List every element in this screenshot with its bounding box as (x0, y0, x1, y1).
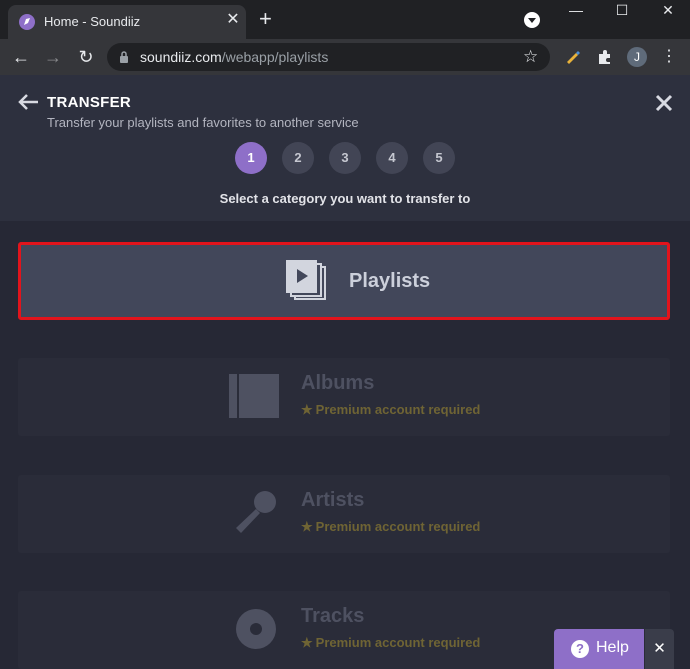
new-tab-button[interactable]: + (259, 8, 272, 30)
soundiiz-favicon-icon (19, 14, 35, 30)
page-subtitle: Transfer your playlists and favorites to… (47, 115, 359, 130)
album-icon (229, 374, 279, 418)
transfer-app: TRANSFER Transfer your playlists and fav… (0, 75, 690, 669)
premium-text: Premium account required (315, 635, 481, 650)
question-icon: ? (571, 640, 589, 658)
category-label: Artists (301, 489, 365, 511)
step-4: 4 (376, 142, 408, 174)
forward-arrow-icon[interactable]: → (42, 46, 64, 68)
tab-title: Home - Soundiiz (44, 14, 141, 29)
tab-search-icon[interactable] (524, 12, 540, 28)
browser-tab-strip: Home - Soundiiz ✕ + — ☐ ✕ (0, 0, 690, 39)
disc-icon (236, 609, 276, 649)
step-5: 5 (423, 142, 455, 174)
step-3: 3 (329, 142, 361, 174)
step-2: 2 (282, 142, 314, 174)
back-arrow-icon[interactable]: ← (10, 46, 32, 68)
microphone-icon (236, 491, 276, 533)
category-label: Albums (301, 372, 375, 394)
premium-notice: ★ Premium account required (301, 635, 480, 651)
bookmark-star-icon[interactable]: ☆ (523, 47, 538, 67)
url-path: /webapp/playlists (221, 49, 329, 65)
browser-toolbar: ← → ↻ soundiiz.com/webapp/playlists ☆ J … (0, 39, 690, 75)
url-host: soundiiz.com (140, 49, 222, 65)
window-close-button[interactable]: ✕ (658, 2, 678, 19)
extension-pen-icon[interactable] (564, 48, 582, 66)
premium-notice: ★ Premium account required (301, 519, 480, 535)
help-label: Help (596, 639, 629, 656)
address-bar[interactable]: soundiiz.com/webapp/playlists ☆ (107, 43, 550, 71)
help-button[interactable]: ? Help (554, 629, 644, 669)
star-icon: ★ (301, 519, 313, 534)
extensions-puzzle-icon[interactable] (596, 48, 614, 66)
browser-menu-icon[interactable]: ⋮ (661, 47, 677, 67)
category-playlists[interactable]: Playlists (18, 242, 670, 320)
playlist-icon (286, 260, 326, 300)
close-icon[interactable] (655, 94, 673, 112)
category-label: Playlists (349, 270, 431, 292)
premium-text: Premium account required (315, 402, 481, 417)
transfer-header: TRANSFER Transfer your playlists and fav… (0, 75, 690, 221)
back-arrow-icon[interactable] (17, 92, 39, 112)
page-title: TRANSFER (47, 94, 132, 111)
profile-avatar[interactable]: J (627, 47, 647, 67)
category-prompt: Select a category you want to transfer t… (219, 191, 471, 206)
category-albums[interactable]: Albums ★ Premium account required (18, 358, 670, 436)
reload-icon[interactable]: ↻ (75, 46, 97, 68)
star-icon: ★ (301, 635, 313, 650)
lock-icon (120, 51, 128, 63)
category-label: Tracks (301, 605, 365, 627)
help-close-button[interactable]: ✕ (645, 629, 674, 669)
category-artists[interactable]: Artists ★ Premium account required (18, 475, 670, 553)
premium-text: Premium account required (315, 519, 481, 534)
maximize-button[interactable]: ☐ (612, 2, 632, 19)
tab-close-icon[interactable]: ✕ (224, 11, 242, 29)
step-1: 1 (235, 142, 267, 174)
url-text: soundiiz.com/webapp/playlists (140, 49, 328, 65)
star-icon: ★ (301, 402, 313, 417)
minimize-button[interactable]: — (566, 2, 586, 18)
premium-notice: ★ Premium account required (301, 402, 480, 418)
browser-tab[interactable]: Home - Soundiiz ✕ (8, 5, 246, 39)
